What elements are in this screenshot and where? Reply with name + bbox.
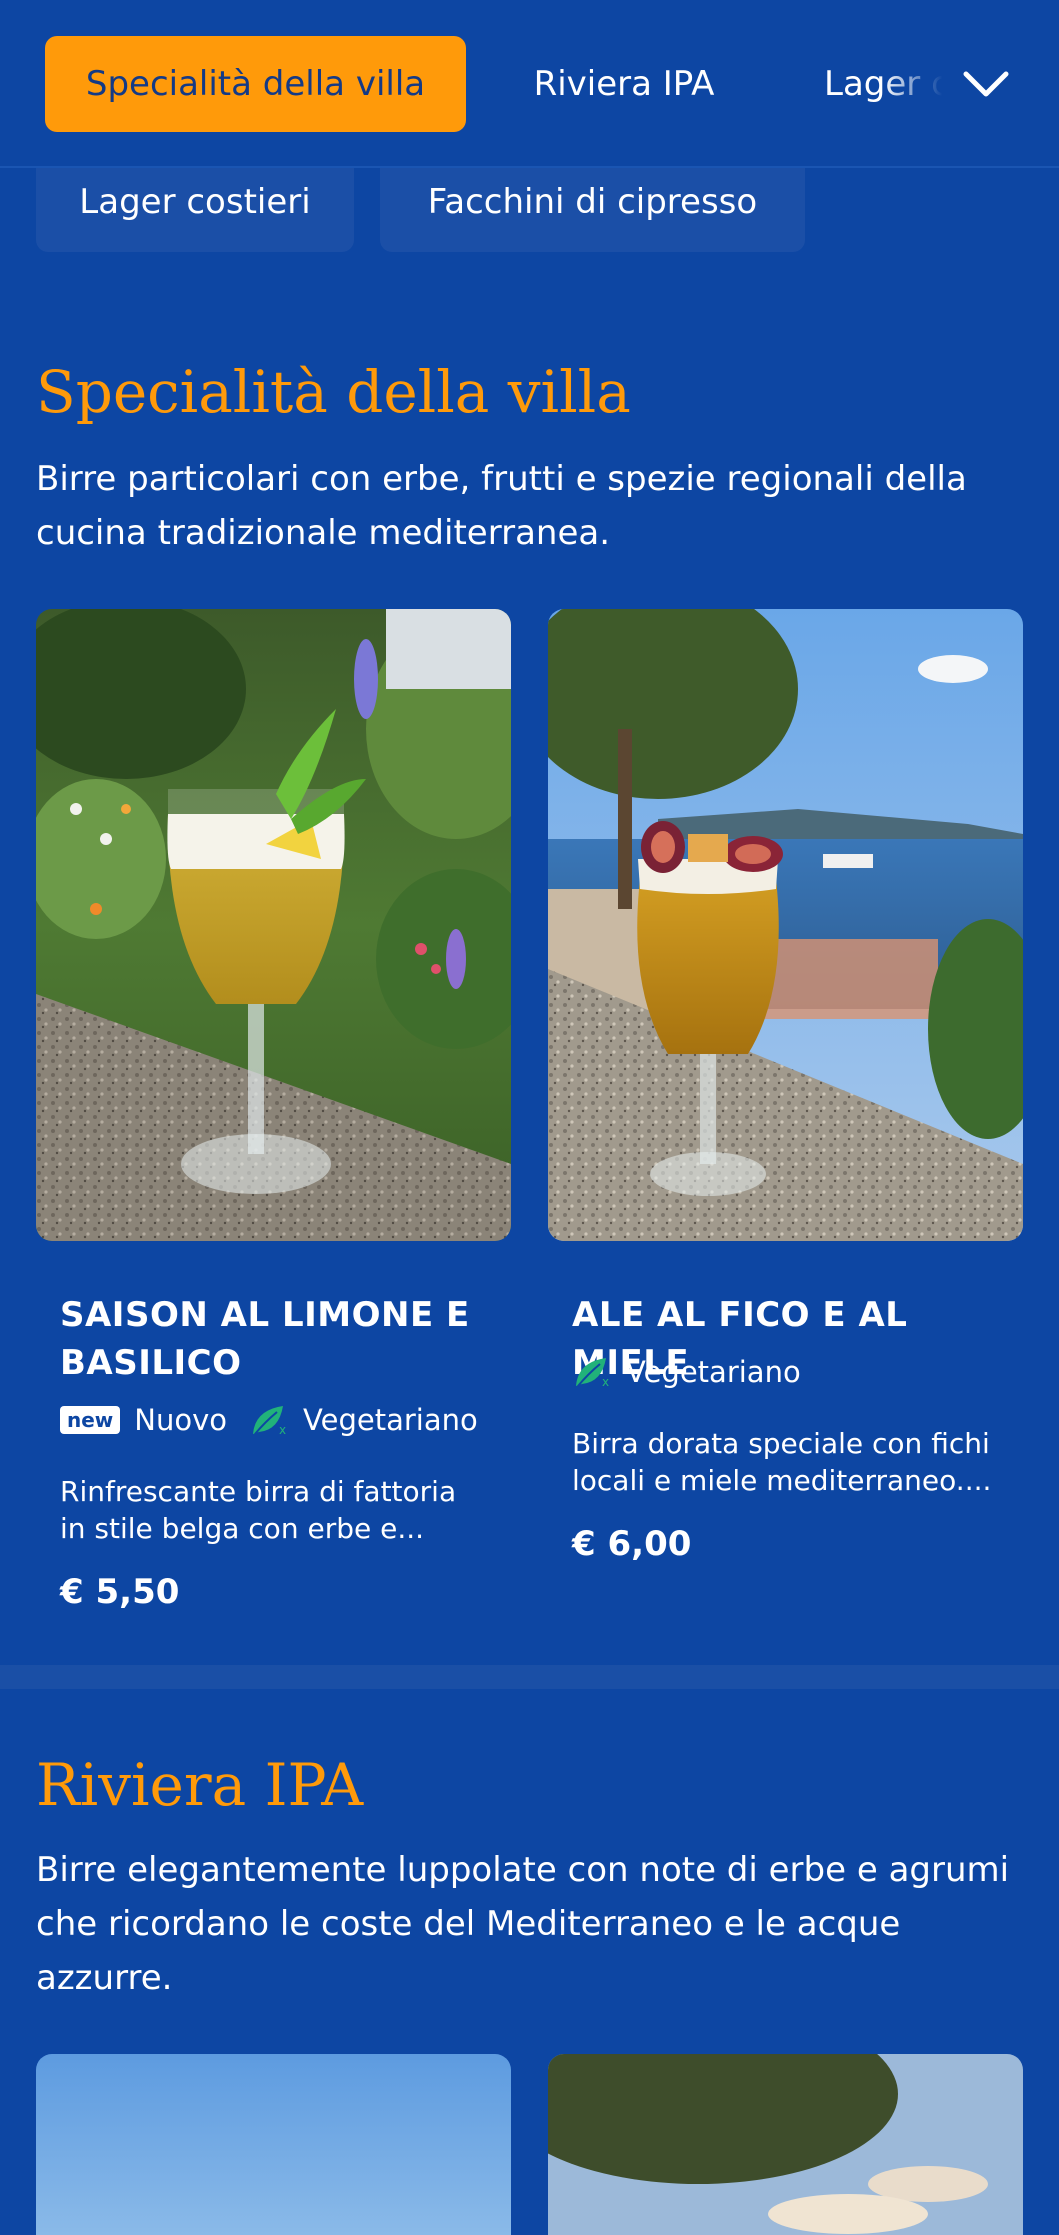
product-price: € 6,00: [572, 1524, 692, 1564]
beer-glass-fig-sea-view-icon: [548, 609, 1023, 1241]
vegetarian-label: Vegetariano: [303, 1403, 478, 1437]
section-title: Riviera IPA: [36, 1751, 364, 1819]
section-title: Specialità della villa: [36, 358, 631, 426]
product-image[interactable]: [36, 2054, 511, 2235]
tree-sky-photo-icon: [548, 2054, 1023, 2235]
menu-page: Specialità della villa Riviera IPA Lager…: [0, 0, 1059, 2235]
product-image[interactable]: [36, 609, 511, 1241]
product-price: € 5,50: [60, 1572, 180, 1612]
sky-photo-icon: [36, 2054, 511, 2235]
product-description: Rinfrescante birra di fattoria in stile …: [60, 1475, 457, 1545]
product-name: SAISON AL LIMONE E BASILICO: [60, 1295, 470, 1383]
chevron-down-icon[interactable]: [960, 60, 1012, 108]
product-description: Birra dorata speciale con fichi locali e…: [572, 1427, 992, 1497]
section-description: Birre particolari con erbe, frutti e spe…: [36, 459, 967, 553]
product-image[interactable]: [548, 2054, 1023, 2235]
new-label: Nuovo: [134, 1403, 228, 1437]
category-tab-bar: Specialità della villa Riviera IPA Lager…: [0, 0, 1059, 168]
section-description: Birre elegantemente luppolate con note d…: [36, 1850, 1010, 1998]
tab-specialita-della-villa[interactable]: Specialità della villa: [45, 36, 466, 132]
product-image[interactable]: [548, 609, 1023, 1241]
new-badge: new: [60, 1406, 121, 1434]
svg-text:x: x: [602, 1375, 609, 1389]
product-tags: new Nuovo x Vegetariano: [60, 1402, 500, 1438]
vegetarian-leaf-icon: x: [576, 1358, 609, 1389]
section-divider: [0, 1665, 1059, 1689]
tab-lager-costieri[interactable]: Lager costieri: [800, 36, 950, 132]
beer-glass-lemon-basil-icon: [36, 609, 511, 1241]
product-tags: x Vegetariano: [572, 1354, 823, 1390]
svg-text:x: x: [279, 1423, 286, 1437]
vegetarian-leaf-icon: x: [253, 1406, 286, 1437]
vegetarian-label: Vegetariano: [626, 1355, 801, 1389]
tab-riviera-ipa[interactable]: Riviera IPA: [500, 36, 748, 132]
